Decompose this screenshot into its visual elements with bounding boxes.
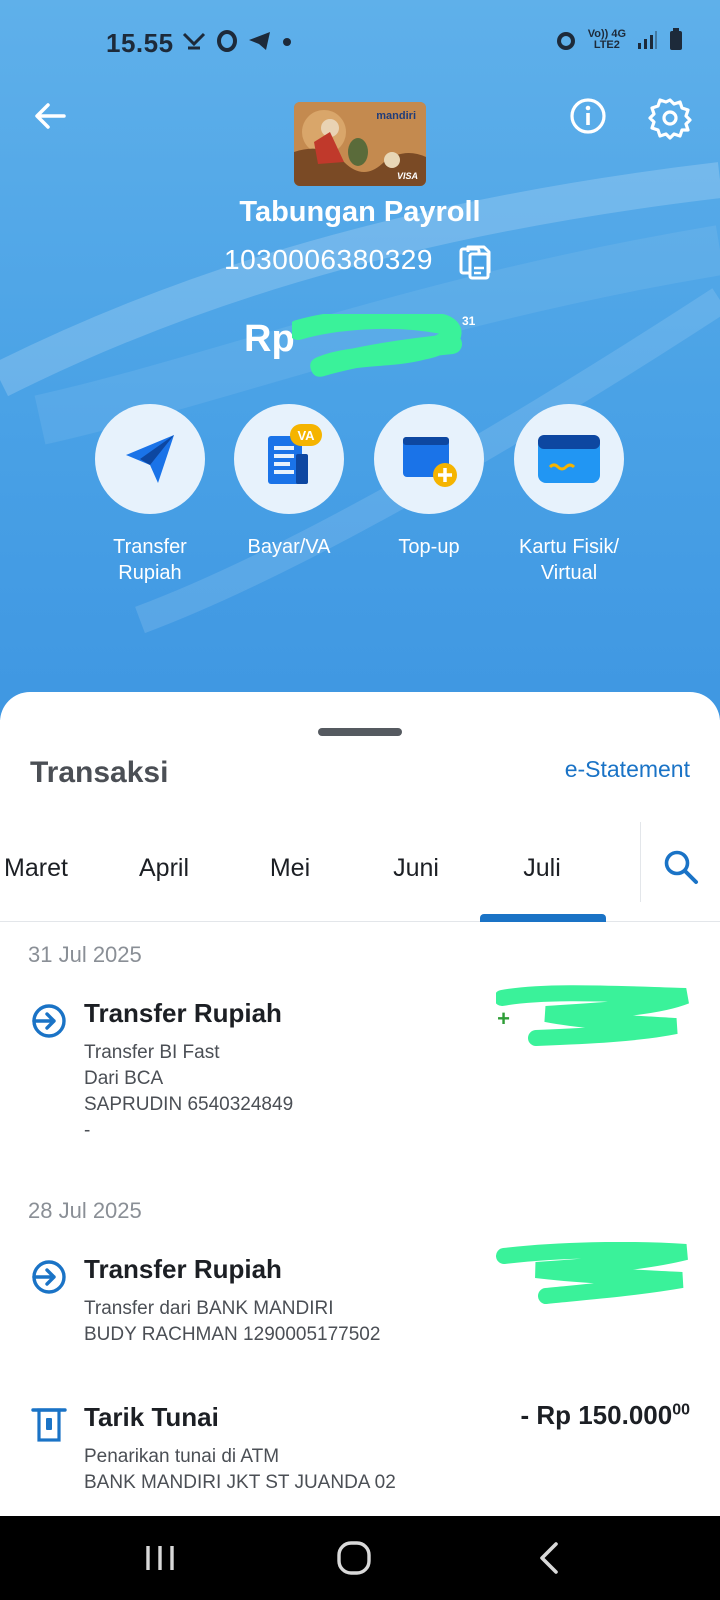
tab-month-juni[interactable]: Juni <box>356 854 476 883</box>
battery-icon <box>670 28 682 50</box>
date-header: 28 Jul 2025 <box>28 1198 142 1223</box>
missed-call-icon <box>182 32 206 50</box>
alarm-icon <box>556 32 575 50</box>
card-icon <box>538 435 600 483</box>
paper-plane-icon <box>126 435 174 483</box>
amount-decimal: 00 <box>672 1401 690 1419</box>
card-thumbnail[interactable]: mandiri VISA <box>294 102 426 186</box>
action-transfer-rupiah[interactable]: Transfer Rupiah <box>80 404 220 586</box>
wallet-plus-icon <box>403 437 457 487</box>
tab-month-april[interactable]: April <box>104 854 224 883</box>
transaction-details: Penarikan tunai di ATM BANK MANDIRI JKT … <box>84 1444 396 1496</box>
transaction-amount: - Rp 150.00000 <box>520 1400 690 1431</box>
document-va-icon: VA <box>268 424 322 484</box>
telegram-icon <box>249 32 270 50</box>
transaction-detail-line: BUDY RACHMAN 1290005177502 <box>84 1324 381 1345</box>
transactions-title: Transaksi <box>30 756 169 789</box>
amount-redaction-mask <box>496 985 689 1046</box>
transaction-details: Transfer BI Fast Dari BCA SAPRUDIN 65403… <box>84 1040 293 1144</box>
sheet-drag-handle[interactable] <box>318 728 402 736</box>
opera-icon <box>217 30 237 52</box>
copy-icon[interactable] <box>458 244 492 280</box>
action-top-up[interactable]: Top-up <box>359 404 499 560</box>
transaction-item[interactable]: Transfer Rupiah Transfer BI Fast Dari BC… <box>0 985 720 1148</box>
back-nav-icon[interactable] <box>530 1538 570 1578</box>
transaction-detail-line: Transfer BI Fast <box>84 1042 220 1063</box>
status-left-icons <box>182 30 292 52</box>
back-button[interactable] <box>30 96 70 136</box>
card-brand-logo: mandiri <box>376 110 416 122</box>
action-label: Bayar/VA <box>247 536 331 558</box>
date-header: 31 Jul 2025 <box>28 942 142 967</box>
account-header: 15.55 Vo)) 4G LTE2 mandiri VISA Tabungan… <box>0 0 720 720</box>
network-bottom-label: LTE2 <box>593 39 620 51</box>
settings-button[interactable] <box>648 96 692 140</box>
action-label: Transfer Rupiah <box>113 536 187 584</box>
va-badge: VA <box>297 428 315 443</box>
action-bayar-va[interactable]: VA Bayar/VA <box>219 404 359 560</box>
transaction-detail-line: - <box>84 1120 91 1141</box>
status-right-icons: Vo)) 4G LTE2 <box>554 28 684 52</box>
account-number: 1030006380329 <box>224 244 433 275</box>
action-label: Top-up <box>398 536 460 558</box>
network-indicator: Vo)) 4G LTE2 <box>588 29 626 51</box>
transaction-title: Transfer Rupiah <box>84 1254 282 1284</box>
transaction-detail-line: SAPRUDIN 6540324849 <box>84 1094 294 1115</box>
incoming-transfer-icon <box>32 1260 66 1294</box>
transaction-title: Transfer Rupiah <box>84 998 282 1028</box>
tab-month-maret[interactable]: Maret <box>0 854 96 883</box>
transaction-item[interactable]: Transfer Rupiah Transfer dari BANK MANDI… <box>0 1242 720 1354</box>
balance-redaction-mask <box>292 314 462 377</box>
home-icon[interactable] <box>334 1538 374 1578</box>
atm-withdraw-icon <box>31 1408 67 1442</box>
balance-currency: Rp <box>244 318 295 360</box>
action-label: Kartu Fisik/ Virtual <box>518 536 620 584</box>
tab-month-juli[interactable]: Juli <box>482 854 602 883</box>
signal-icon <box>638 31 657 49</box>
action-kartu-fisik-virtual[interactable]: Kartu Fisik/ Virtual <box>499 404 639 586</box>
transaction-title: Tarik Tunai <box>84 1402 219 1432</box>
transactions-sheet: Transaksi e-Statement Maret April Mei Ju… <box>0 692 720 1522</box>
amount-redaction-mask <box>496 1242 688 1304</box>
more-notifications-icon <box>283 38 291 46</box>
transaction-detail-line: BANK MANDIRI JKT ST JUANDA 02 <box>84 1472 396 1493</box>
transaction-details: Transfer dari BANK MANDIRI BUDY RACHMAN … <box>84 1296 380 1348</box>
info-button[interactable] <box>568 96 608 136</box>
action-circle <box>514 404 624 514</box>
selected-month-indicator <box>480 914 606 922</box>
tab-month-mei[interactable]: Mei <box>230 854 350 883</box>
transaction-detail-line: Penarikan tunai di ATM <box>84 1446 280 1467</box>
status-time: 15.55 <box>106 28 174 58</box>
e-statement-link[interactable]: e-Statement <box>565 756 690 783</box>
month-tabs: Maret April Mei Juni Juli <box>0 822 720 922</box>
card-network-logo: VISA <box>396 171 418 181</box>
system-navigation-bar <box>0 1516 720 1600</box>
transaction-item[interactable]: Tarik Tunai Penarikan tunai di ATM BANK … <box>0 1400 720 1512</box>
balance-decimal: 31 <box>462 314 476 328</box>
action-circle <box>95 404 205 514</box>
action-circle: VA <box>234 404 344 514</box>
transaction-detail-line: Dari BCA <box>84 1068 164 1089</box>
incoming-transfer-icon <box>32 1004 66 1038</box>
tabs-divider <box>640 822 641 902</box>
account-name: Tabungan Payroll <box>239 196 481 228</box>
recent-apps-icon[interactable] <box>140 1538 180 1578</box>
search-icon[interactable] <box>662 848 700 886</box>
status-bar: 15.55 Vo)) 4G LTE2 <box>0 0 720 88</box>
amount-value: - Rp 150.000 <box>520 1400 673 1430</box>
action-circle <box>374 404 484 514</box>
transaction-detail-line: Transfer dari BANK MANDIRI <box>84 1298 334 1319</box>
